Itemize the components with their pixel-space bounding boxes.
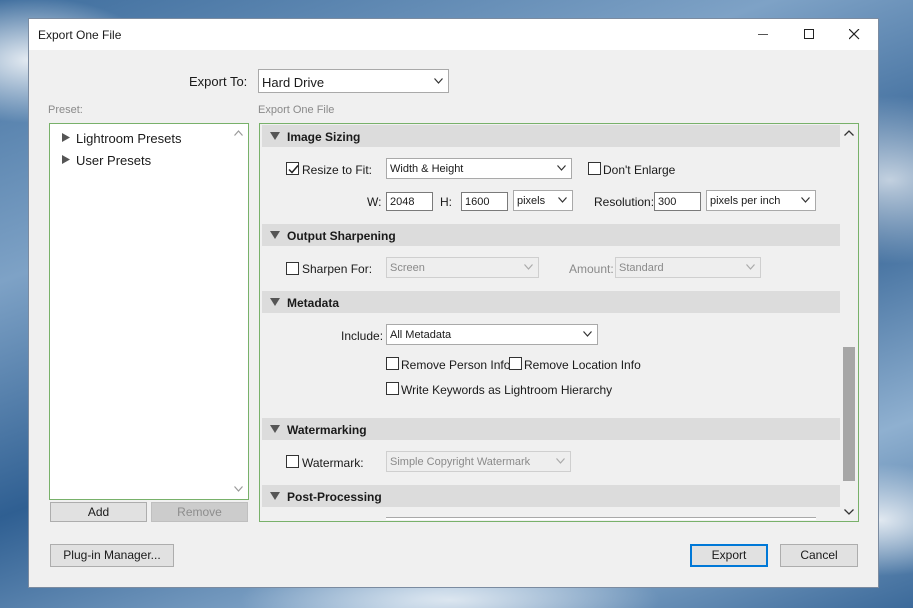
resolution-unit-select[interactable]: pixels per inch (706, 190, 816, 211)
remove-location-info-checkbox[interactable] (509, 357, 522, 370)
chevron-down-icon (801, 197, 810, 203)
sharpen-for-label: Sharpen For: (302, 262, 373, 276)
chevron-down-icon (524, 264, 533, 270)
height-value: 1600 (465, 196, 490, 208)
collapse-triangle-icon (270, 492, 280, 500)
watermark-checkbox[interactable] (286, 455, 299, 468)
section-output-sharpening[interactable]: Output Sharpening (262, 224, 840, 246)
preset-label: Preset: (48, 104, 83, 116)
scrollbar-thumb[interactable] (843, 347, 855, 481)
close-button[interactable] (832, 19, 878, 50)
export-to-label: Export To: (189, 74, 248, 89)
watermark-label: Watermark: (302, 456, 364, 470)
size-unit-value: pixels (517, 195, 546, 207)
section-title: Post-Processing (287, 490, 382, 504)
chevron-down-icon (557, 165, 566, 171)
cancel-button[interactable]: Cancel (780, 544, 858, 567)
remove-location-info-label: Remove Location Info (524, 358, 641, 372)
dont-enlarge-checkbox[interactable] (588, 162, 601, 175)
width-label: W: (367, 195, 382, 209)
include-label: Include: (341, 329, 384, 343)
section-watermarking[interactable]: Watermarking (262, 418, 840, 440)
scroll-down-icon[interactable] (234, 486, 243, 492)
list-item[interactable]: Lightroom Presets (60, 130, 230, 148)
sharpen-for-select[interactable]: Screen (386, 257, 539, 278)
resize-to-fit-checkbox[interactable] (286, 162, 299, 175)
write-keywords-checkbox[interactable] (386, 382, 399, 395)
section-title: Image Sizing (287, 130, 361, 144)
write-keywords-label: Write Keywords as Lightroom Hierarchy (401, 383, 613, 397)
export-to-value: Hard Drive (262, 75, 325, 90)
sharpen-for-checkbox[interactable] (286, 262, 299, 275)
resize-to-fit-label: Resize to Fit: (302, 163, 373, 177)
chevron-down-icon (434, 78, 443, 84)
chevron-down-icon (746, 264, 755, 270)
window-title: Export One File (38, 28, 122, 42)
section-metadata[interactable]: Metadata (262, 291, 840, 313)
watermark-select[interactable]: Simple Copyright Watermark (386, 451, 571, 472)
maximize-button[interactable] (787, 19, 833, 50)
remove-person-info-label: Remove Person Info (401, 358, 511, 372)
chevron-down-icon (558, 197, 567, 203)
height-input[interactable]: 1600 (461, 192, 508, 211)
list-item-label: Lightroom Presets (76, 131, 182, 146)
size-unit-select[interactable]: pixels (513, 190, 573, 211)
minimize-button[interactable] (741, 19, 787, 50)
section-title: Metadata (287, 296, 340, 310)
sharpen-for-value: Screen (390, 262, 425, 274)
resize-mode-value: Width & Height (390, 163, 464, 175)
expand-triangle-icon (62, 133, 70, 142)
minimize-icon (758, 34, 768, 35)
section-title: Watermarking (287, 423, 367, 437)
scrollbar[interactable] (841, 125, 857, 520)
export-to-select[interactable]: Hard Drive (258, 69, 449, 93)
width-input[interactable]: 2048 (386, 192, 433, 211)
collapse-triangle-icon (270, 132, 280, 140)
height-label: H: (440, 195, 452, 209)
dont-enlarge-label: Don't Enlarge (603, 163, 676, 177)
include-select[interactable]: All Metadata (386, 324, 598, 345)
resolution-value: 300 (658, 196, 677, 208)
expand-triangle-icon (62, 155, 70, 164)
resolution-label: Resolution: (594, 195, 655, 209)
amount-label: Amount: (569, 262, 614, 276)
list-item[interactable]: User Presets (60, 152, 230, 170)
chevron-down-icon (583, 331, 592, 337)
title-bar: Export One File (29, 19, 878, 50)
remove-preset-button[interactable]: Remove (151, 502, 248, 522)
include-value: All Metadata (390, 329, 452, 341)
section-post-processing[interactable]: Post-Processing (262, 485, 840, 507)
panel-label: Export One File (258, 104, 335, 116)
amount-select[interactable]: Standard (615, 257, 761, 278)
close-icon (849, 29, 860, 40)
collapse-triangle-icon (270, 425, 280, 433)
amount-value: Standard (619, 262, 664, 274)
collapse-triangle-icon (270, 231, 280, 239)
maximize-icon (804, 29, 814, 39)
list-item-label: User Presets (76, 153, 152, 168)
resize-mode-select[interactable]: Width & Height (386, 158, 572, 179)
section-image-sizing[interactable]: Image Sizing (262, 125, 840, 147)
section-title: Output Sharpening (287, 229, 396, 243)
remove-person-info-checkbox[interactable] (386, 357, 399, 370)
chevron-down-icon (556, 458, 565, 464)
preset-list[interactable]: Lightroom Presets User Presets (49, 123, 249, 500)
resolution-unit-value: pixels per inch (710, 195, 781, 207)
scroll-down-icon[interactable] (844, 509, 854, 515)
width-value: 2048 (390, 196, 415, 208)
scroll-up-icon[interactable] (234, 130, 243, 136)
watermark-value: Simple Copyright Watermark (390, 456, 531, 468)
export-button[interactable]: Export (690, 544, 768, 567)
plugin-manager-button[interactable]: Plug-in Manager... (50, 544, 174, 567)
add-preset-button[interactable]: Add (50, 502, 147, 522)
resolution-input[interactable]: 300 (654, 192, 701, 211)
post-processing-select-clipped[interactable] (386, 517, 816, 520)
collapse-triangle-icon (270, 298, 280, 306)
checkmark-icon (288, 165, 299, 174)
scroll-up-icon[interactable] (844, 130, 854, 136)
